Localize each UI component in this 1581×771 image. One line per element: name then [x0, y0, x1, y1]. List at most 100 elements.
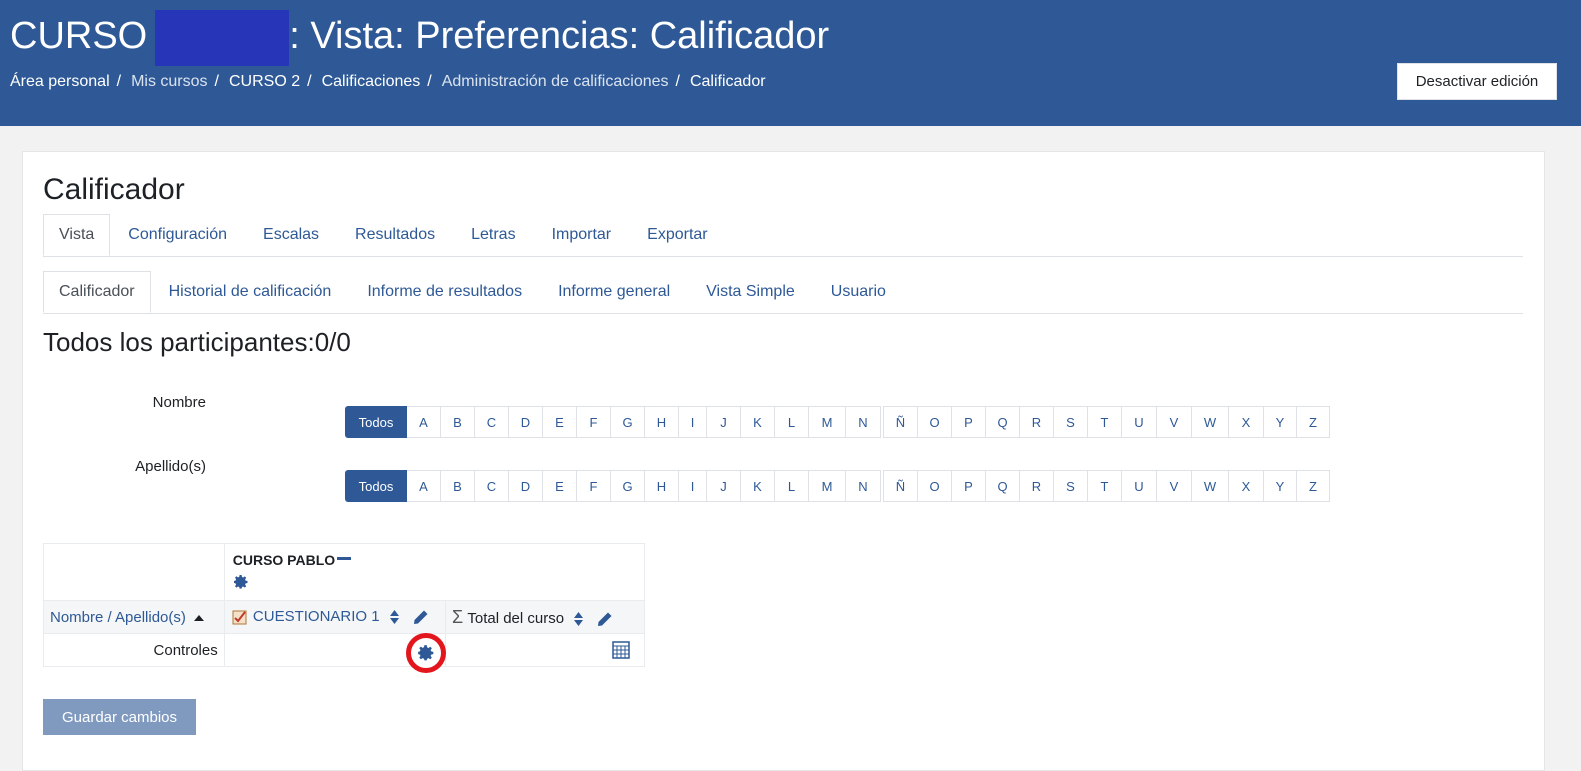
breadcrumb-calificaciones[interactable]: Calificaciones [322, 72, 421, 92]
last-name-initial-m[interactable]: M [809, 470, 846, 502]
first-name-initial-n[interactable]: N [846, 406, 881, 438]
last-name-initial-q[interactable]: Q [986, 470, 1020, 502]
primary-tabs: Vista Configuración Escalas Resultados L… [43, 214, 1523, 257]
course-settings-gear-icon[interactable] [233, 574, 249, 590]
quiz-column-header: CUESTIONARIO 1 [223, 600, 447, 634]
first-name-initial-g[interactable]: G [611, 406, 645, 438]
first-name-initial-m[interactable]: M [809, 406, 846, 438]
last-name-initial-u[interactable]: U [1122, 470, 1157, 502]
save-changes-button[interactable]: Guardar cambios [43, 699, 196, 735]
first-name-initial-z[interactable]: Z [1297, 406, 1330, 438]
last-name-initial-enye[interactable]: Ñ [883, 470, 918, 502]
sort-both-icon-total[interactable] [574, 611, 584, 626]
tab-historial[interactable]: Historial de calificación [151, 271, 350, 312]
grader-table: CURSO PABLO Nombre / Apellido(s) CUESTIO… [43, 543, 646, 667]
quiz-settings-gear-icon[interactable] [417, 644, 435, 662]
last-name-initial-o[interactable]: O [918, 470, 952, 502]
tab-vista-simple[interactable]: Vista Simple [688, 271, 813, 312]
tab-exportar[interactable]: Exportar [629, 214, 725, 255]
last-name-initial-a[interactable]: A [407, 470, 441, 502]
first-name-initial-u[interactable]: U [1122, 406, 1157, 438]
tab-escalas[interactable]: Escalas [245, 214, 337, 255]
last-name-initial-d[interactable]: D [509, 470, 543, 502]
first-name-initial-y[interactable]: Y [1264, 406, 1297, 438]
last-name-initial-f[interactable]: F [577, 470, 611, 502]
first-name-initial-f[interactable]: F [577, 406, 611, 438]
calculator-icon[interactable] [612, 641, 630, 659]
last-name-initial-v[interactable]: V [1157, 470, 1192, 502]
last-name-initial-h[interactable]: H [645, 470, 679, 502]
last-name-initial-s[interactable]: S [1054, 470, 1088, 502]
first-name-initial-a[interactable]: A [407, 406, 441, 438]
last-name-initial-t[interactable]: T [1088, 470, 1122, 502]
toggle-edit-button[interactable]: Desactivar edición [1397, 63, 1557, 100]
last-name-initial-i[interactable]: I [679, 470, 707, 502]
tab-informe-general[interactable]: Informe general [540, 271, 688, 312]
tab-resultados[interactable]: Resultados [337, 214, 453, 255]
sort-both-icon[interactable] [389, 610, 399, 625]
tab-calificador[interactable]: Calificador [43, 271, 151, 313]
last-name-initial-k[interactable]: K [741, 470, 775, 502]
first-name-initial-r[interactable]: R [1020, 406, 1054, 438]
last-name-initial-e[interactable]: E [543, 470, 577, 502]
edit-pencil-icon-total[interactable] [597, 611, 613, 627]
last-name-initial-c[interactable]: C [475, 470, 509, 502]
breadcrumb-mis-cursos[interactable]: Mis cursos [131, 72, 207, 92]
first-name-initial-e[interactable]: E [543, 406, 577, 438]
breadcrumb-calificador: Calificador [689, 73, 766, 90]
last-name-initial-g[interactable]: G [611, 470, 645, 502]
main-card: Calificador Vista Configuración Escalas … [22, 151, 1545, 771]
first-name-initial-l[interactable]: L [775, 406, 809, 438]
first-name-initial-d[interactable]: D [509, 406, 543, 438]
total-column-header: Σ Total del curso [445, 600, 645, 634]
breadcrumb-administracion[interactable]: Administración de calificaciones [442, 72, 669, 92]
last-name-initials: Todos A B C D E F G H I J K L M N Ñ O P Q R S T U V W X Y Z [345, 470, 1330, 502]
last-name-initial-j[interactable]: J [707, 470, 741, 502]
tab-importar[interactable]: Importar [534, 214, 630, 255]
collapse-icon[interactable] [337, 557, 352, 561]
first-name-all-button[interactable]: Todos [345, 406, 407, 438]
tab-letras[interactable]: Letras [453, 214, 533, 255]
first-name-initial-x[interactable]: X [1229, 406, 1264, 438]
first-name-initial-p[interactable]: P [952, 406, 986, 438]
last-name-initial-n[interactable]: N [846, 470, 881, 502]
last-name-all-button[interactable]: Todos [345, 470, 407, 502]
last-name-filter: Apellido(s) Todos A B C D E F G H I J K L M N Ñ O P Q R S T U V… [23, 458, 1423, 502]
first-name-initial-c[interactable]: C [475, 406, 509, 438]
breadcrumb-area-personal[interactable]: Área personal [10, 72, 110, 92]
tab-vista[interactable]: Vista [43, 214, 111, 256]
total-column-label: Total del curso [467, 609, 565, 627]
last-name-initial-p[interactable]: P [952, 470, 986, 502]
last-name-initial-y[interactable]: Y [1264, 470, 1297, 502]
tab-configuracion[interactable]: Configuración [110, 214, 245, 255]
last-name-initial-r[interactable]: R [1020, 470, 1054, 502]
controls-label-cell: Controles [43, 633, 225, 667]
first-name-initial-s[interactable]: S [1054, 406, 1088, 438]
user-column-header[interactable]: Nombre / Apellido(s) [43, 600, 225, 634]
first-name-initial-k[interactable]: K [741, 406, 775, 438]
first-name-initial-t[interactable]: T [1088, 406, 1122, 438]
tab-usuario[interactable]: Usuario [813, 271, 904, 312]
quiz-column-label[interactable]: CUESTIONARIO 1 [253, 608, 380, 625]
last-name-initial-z[interactable]: Z [1297, 470, 1330, 502]
first-name-initial-w[interactable]: W [1192, 406, 1229, 438]
first-name-initial-o[interactable]: O [918, 406, 952, 438]
first-name-initial-q[interactable]: Q [986, 406, 1020, 438]
first-name-initial-h[interactable]: H [645, 406, 679, 438]
user-column-label[interactable]: Nombre / Apellido(s) [50, 609, 186, 626]
sort-up-icon[interactable] [194, 614, 205, 622]
first-name-initial-enye[interactable]: Ñ [883, 406, 918, 438]
breadcrumb-curso[interactable]: CURSO 2 [229, 72, 300, 92]
first-name-initial-j[interactable]: J [707, 406, 741, 438]
last-name-initial-x[interactable]: X [1229, 470, 1264, 502]
first-name-initial-i[interactable]: I [679, 406, 707, 438]
last-name-initial-l[interactable]: L [775, 470, 809, 502]
edit-pencil-icon[interactable] [413, 609, 429, 625]
sigma-icon: Σ [452, 606, 464, 627]
first-name-initial-b[interactable]: B [441, 406, 475, 438]
last-name-initial-b[interactable]: B [441, 470, 475, 502]
last-name-initial-w[interactable]: W [1192, 470, 1229, 502]
empty-corner-cell [43, 543, 225, 601]
tab-informe-resultados[interactable]: Informe de resultados [349, 271, 540, 312]
first-name-initial-v[interactable]: V [1157, 406, 1192, 438]
